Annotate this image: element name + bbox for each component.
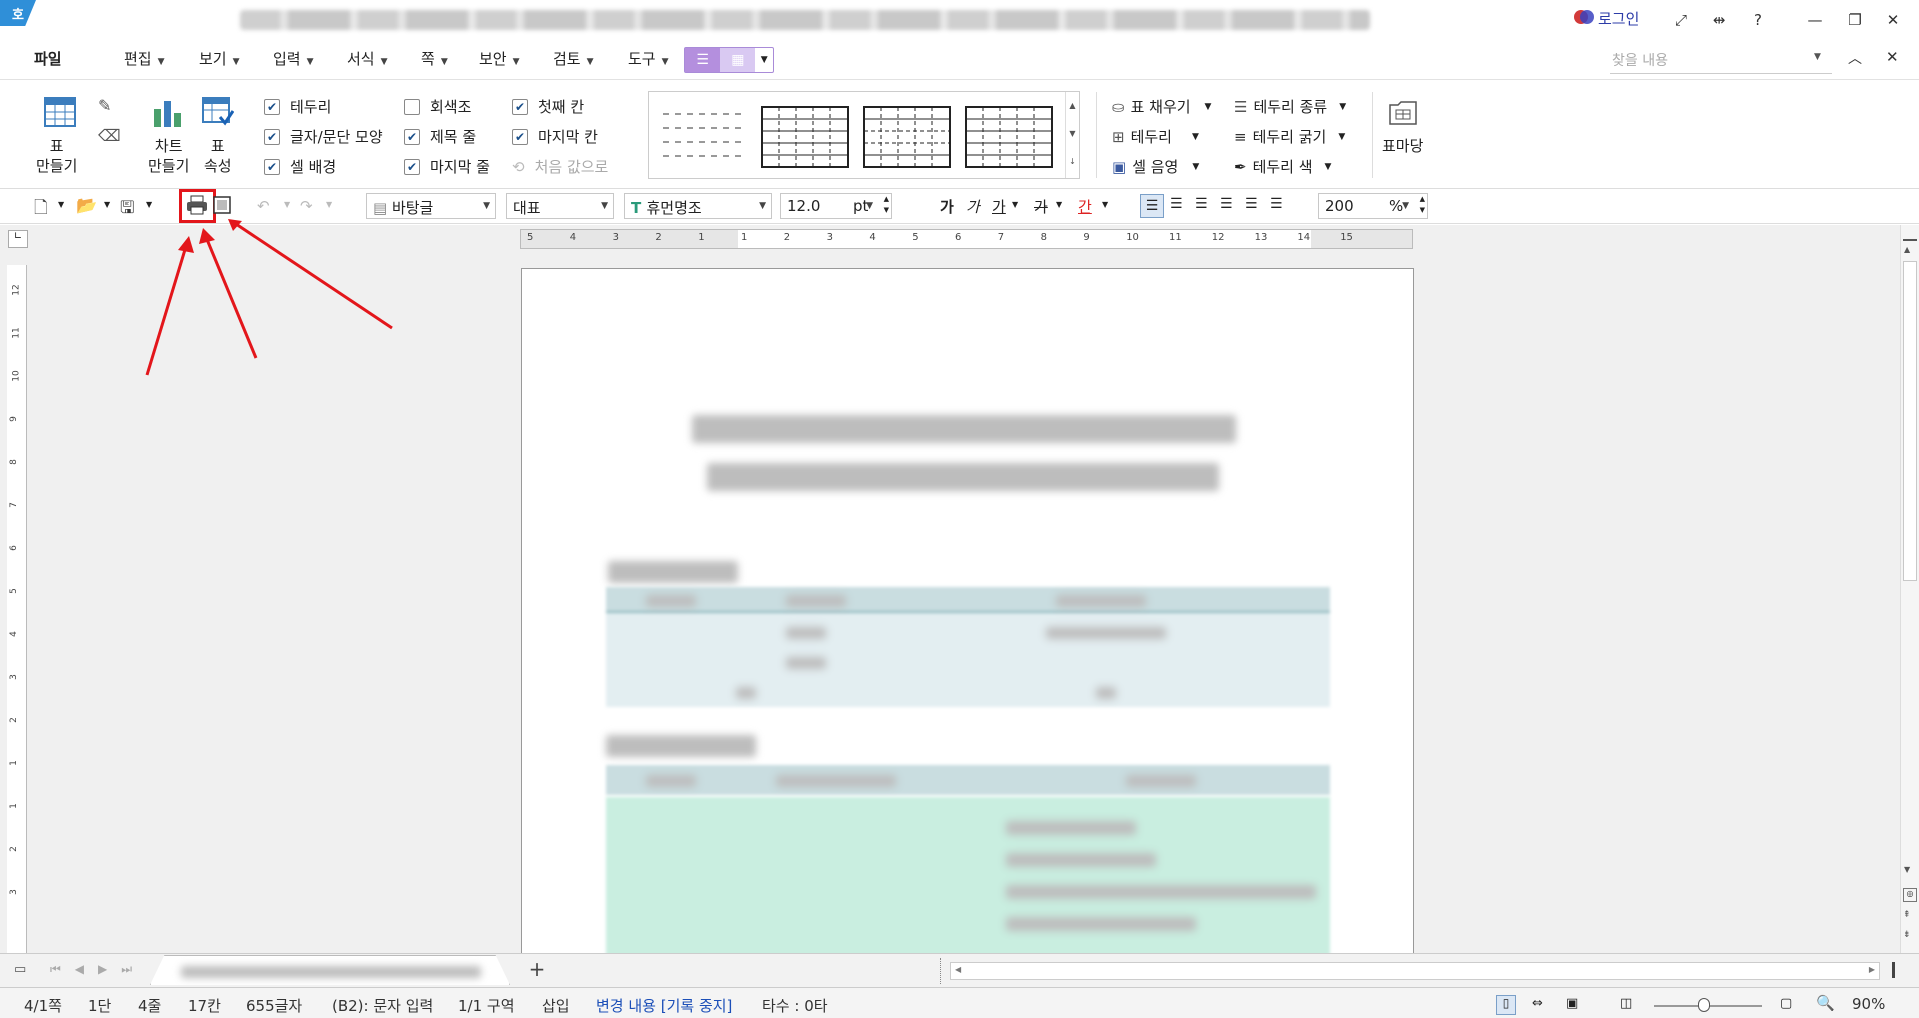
tab-nav-icons[interactable]: ⏮◀▶⏭	[50, 962, 146, 977]
status-section: 1/1 구역	[458, 997, 515, 1015]
status-zoom[interactable]: 90%	[1852, 995, 1885, 1013]
page-view-icon[interactable]: ▯	[1496, 995, 1516, 1015]
status-page[interactable]: 4/1쪽	[24, 995, 62, 1016]
add-tab-icon[interactable]: +	[522, 957, 552, 983]
width-view-icon[interactable]: ⇔	[1532, 996, 1543, 1011]
split-handle-icon[interactable]	[940, 958, 946, 984]
scroll-right-icon[interactable]: ▶	[1869, 965, 1875, 974]
arrow-2	[199, 228, 258, 359]
split-bar-icon[interactable]	[1892, 962, 1895, 978]
status-column: 1단	[88, 997, 112, 1015]
zoom-page-icon[interactable]: ▢	[1780, 996, 1792, 1011]
zoom-fit-icon[interactable]: ◫	[1620, 996, 1632, 1011]
document-tab[interactable]	[150, 955, 510, 985]
horizontal-scrollbar[interactable]: ◀ ▶	[950, 962, 1880, 980]
magnifier-icon[interactable]: 🔍	[1816, 994, 1835, 1012]
scroll-left-icon[interactable]: ◀	[955, 965, 961, 974]
status-track-changes[interactable]: 변경 내용 [기록 중지]	[596, 995, 732, 1016]
status-line: 4줄	[138, 997, 162, 1015]
status-insert[interactable]: 삽입	[542, 995, 570, 1016]
arrow-3	[228, 219, 393, 330]
full-page-view-icon[interactable]: ▣	[1566, 996, 1578, 1011]
arrow-1	[145, 236, 194, 376]
status-chars: 655글자	[246, 997, 303, 1015]
status-typing-speed: 타수 : 0타	[762, 997, 828, 1015]
zoom-slider-thumb[interactable]	[1698, 998, 1710, 1012]
status-cell: 17칸	[188, 997, 221, 1015]
annotation-arrows	[145, 219, 393, 376]
status-mode: (B2): 문자 입력	[332, 997, 434, 1015]
memo-icon[interactable]: ▭	[14, 962, 26, 977]
